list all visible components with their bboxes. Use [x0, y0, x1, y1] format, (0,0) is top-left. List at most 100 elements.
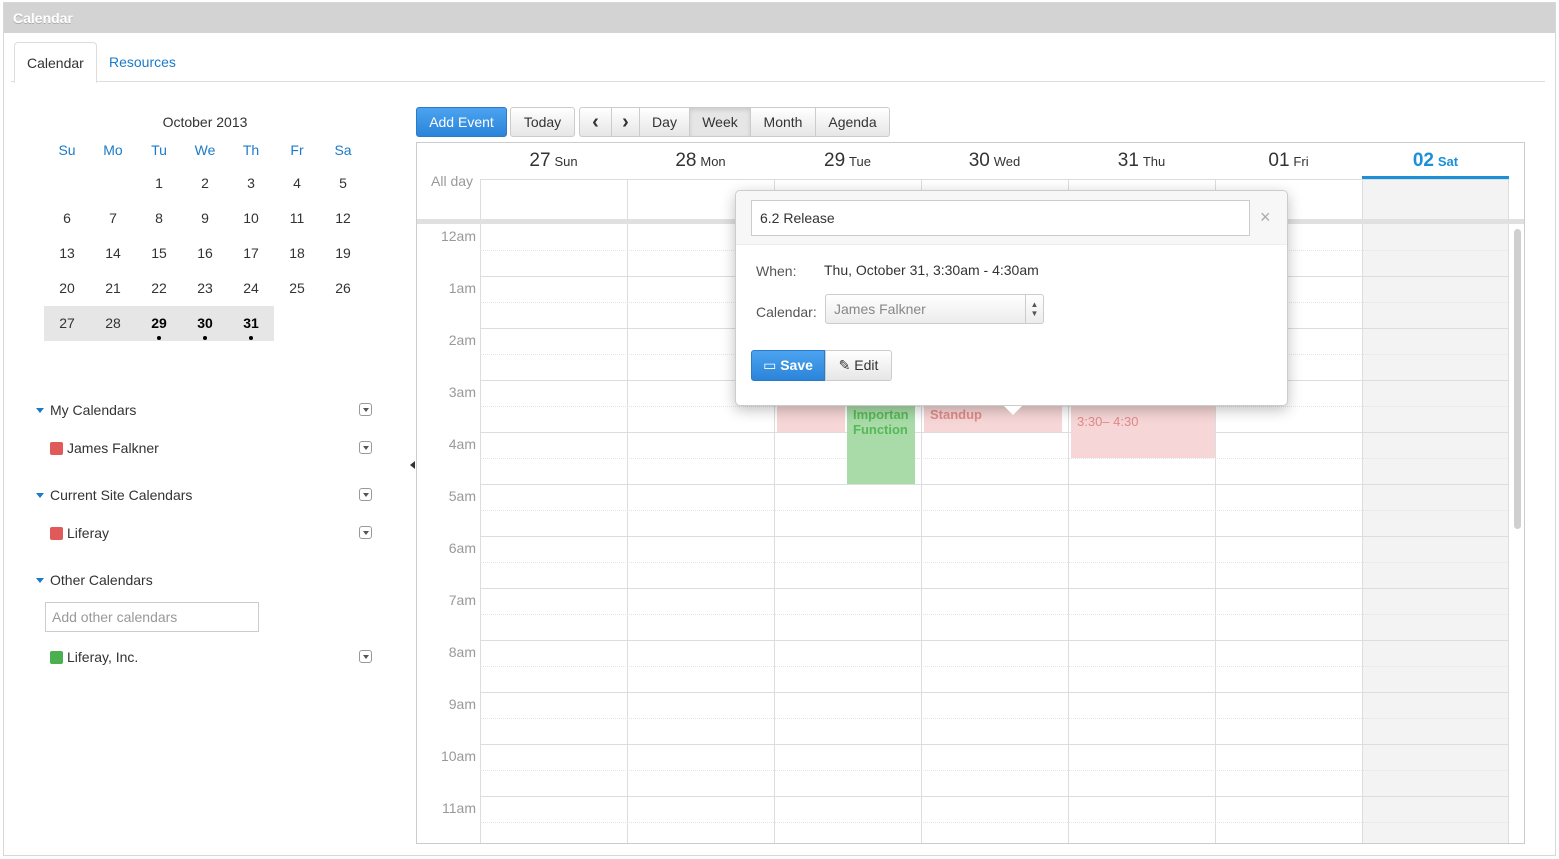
dropdown-menu-icon[interactable] — [359, 650, 372, 663]
today-button[interactable]: Today — [510, 107, 575, 137]
view-week-button[interactable]: Week — [689, 107, 751, 137]
mini-day[interactable]: 7 — [90, 201, 136, 236]
calendar-item[interactable]: Liferay, Inc. — [36, 647, 374, 667]
weekday-label: We — [194, 142, 216, 158]
weekday-label: Th — [242, 142, 260, 158]
add-other-calendars-input[interactable] — [45, 602, 259, 632]
previous-button[interactable]: ‹ — [579, 107, 612, 137]
mini-day — [90, 166, 136, 201]
mini-day[interactable]: 24 — [228, 271, 274, 306]
mini-day[interactable]: 16 — [182, 236, 228, 271]
calendar-item[interactable]: James Falkner — [36, 438, 374, 458]
day-header-sun[interactable]: 27 Sun — [480, 143, 627, 179]
mini-day[interactable]: 25 — [274, 271, 320, 306]
day-header-thu[interactable]: 31 Thu — [1068, 143, 1215, 179]
event-block[interactable] — [777, 406, 845, 432]
other-calendars-section: Other Calendars — [36, 570, 374, 590]
half-hour-line — [480, 510, 1508, 511]
hour-line — [480, 796, 1508, 797]
tab-calendar[interactable]: Calendar — [14, 42, 97, 83]
mini-day[interactable]: 9 — [182, 201, 228, 236]
save-button[interactable]: ▭ Save — [751, 350, 825, 381]
hour-label: 5am — [448, 488, 476, 504]
my-calendars-header[interactable]: My Calendars — [36, 400, 374, 420]
other-calendars-header[interactable]: Other Calendars — [36, 570, 374, 590]
day-header-tue[interactable]: 29 Tue — [774, 143, 921, 179]
popover-arrow — [1004, 406, 1022, 415]
calendar-item[interactable]: Liferay — [36, 523, 374, 543]
mini-day[interactable]: 4 — [274, 166, 320, 201]
mini-day[interactable]: 11 — [274, 201, 320, 236]
next-button[interactable]: › — [611, 107, 640, 137]
calendar-color-swatch — [50, 651, 63, 664]
view-day-button[interactable]: Day — [639, 107, 690, 137]
mini-day — [44, 166, 90, 201]
view-month-button[interactable]: Month — [750, 107, 816, 137]
mini-day-has-event[interactable]: 29 — [136, 306, 182, 341]
mini-day[interactable]: 1 — [136, 166, 182, 201]
view-agenda-button[interactable]: Agenda — [815, 107, 890, 137]
half-hour-line — [480, 718, 1508, 719]
dropdown-menu-icon[interactable] — [359, 403, 372, 416]
dropdown-menu-icon[interactable] — [359, 526, 372, 539]
section-title: Other Calendars — [50, 572, 153, 588]
hour-label: 2am — [448, 332, 476, 348]
collapse-sidebar-icon[interactable] — [410, 461, 415, 469]
mini-day[interactable]: 15 — [136, 236, 182, 271]
hour-line — [480, 484, 1508, 485]
mini-day[interactable]: 14 — [90, 236, 136, 271]
mini-day-has-event[interactable]: 30 — [182, 306, 228, 341]
save-icon: ▭ — [763, 357, 777, 373]
portlet-title: Calendar — [4, 3, 1555, 33]
mini-day[interactable]: 20 — [44, 271, 90, 306]
mini-day[interactable]: 5 — [320, 166, 366, 201]
event-release[interactable]: 3:30– 4:30 — [1071, 406, 1215, 458]
mini-day[interactable]: 21 — [90, 271, 136, 306]
weekday-label: Sa — [334, 142, 352, 158]
mini-calendar-week-selected: 27 28 29 30 31 — [44, 306, 366, 341]
calendar-select[interactable]: James Falkner ▲ ▼ — [825, 294, 1044, 324]
mini-day[interactable]: 6 — [44, 201, 90, 236]
event-standup[interactable]: Standup — [924, 406, 1062, 432]
mini-day[interactable]: 10 — [228, 201, 274, 236]
mini-day[interactable]: 3 — [228, 166, 274, 201]
mini-day[interactable]: 26 — [320, 271, 366, 306]
mini-day[interactable]: 18 — [274, 236, 320, 271]
mini-day[interactable]: 27 — [44, 306, 90, 341]
dropdown-menu-icon[interactable] — [359, 488, 372, 501]
day-header-mon[interactable]: 28 Mon — [627, 143, 774, 179]
site-calendars-header[interactable]: Current Site Calendars — [36, 485, 374, 505]
hour-label: 6am — [448, 540, 476, 556]
vertical-scrollbar[interactable] — [1514, 229, 1521, 529]
mini-calendar-week: 13 14 15 16 17 18 19 — [44, 236, 366, 271]
mini-day[interactable]: 17 — [228, 236, 274, 271]
weekday-label: Fr — [290, 142, 304, 158]
calendar-name: James Falkner — [67, 440, 159, 456]
day-header-wed[interactable]: 30 Wed — [921, 143, 1068, 179]
mini-day[interactable]: 22 — [136, 271, 182, 306]
mini-day[interactable]: 28 — [90, 306, 136, 341]
mini-calendar-week: 6 7 8 9 10 11 12 — [44, 201, 366, 236]
day-header-fri[interactable]: 01 Fri — [1215, 143, 1362, 179]
event-important-function[interactable]: Importan Function — [847, 406, 915, 484]
hour-line — [480, 588, 1508, 589]
mini-day[interactable]: 23 — [182, 271, 228, 306]
weekday-label: Su — [58, 142, 76, 158]
event-title-input[interactable] — [751, 200, 1250, 236]
close-icon[interactable]: × — [1260, 207, 1271, 228]
hour-label: 3am — [448, 384, 476, 400]
mini-day[interactable]: 2 — [182, 166, 228, 201]
tab-resources[interactable]: Resources — [97, 42, 188, 82]
calendar-label: Calendar: — [756, 304, 817, 320]
mini-day[interactable]: 13 — [44, 236, 90, 271]
mini-day-has-event[interactable]: 31 — [228, 306, 274, 341]
section-title: My Calendars — [50, 402, 137, 418]
dropdown-menu-icon[interactable] — [359, 441, 372, 454]
mini-day[interactable]: 19 — [320, 236, 366, 271]
mini-day[interactable]: 8 — [136, 201, 182, 236]
add-event-button[interactable]: Add Event — [416, 107, 507, 137]
mini-day[interactable]: 12 — [320, 201, 366, 236]
edit-button[interactable]: ✎ Edit — [825, 350, 892, 381]
caret-down-icon — [36, 408, 44, 413]
day-header-sat-today[interactable]: 02 Sat — [1362, 143, 1509, 179]
